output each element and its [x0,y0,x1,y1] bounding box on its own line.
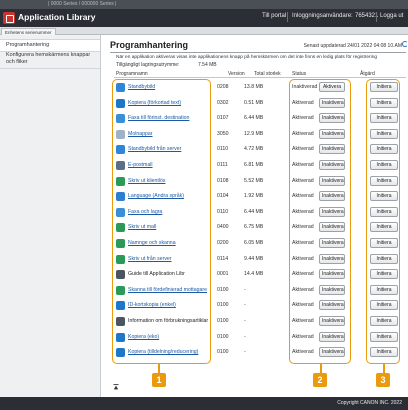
footer: Copyright CANON INC. 2022 [0,397,408,410]
app-version: 0104 [217,193,229,200]
app-size: 5.52 MB [244,177,264,184]
refresh-icon[interactable] [402,41,408,47]
main-panel: Programhantering Senast uppdaterad 24/01… [102,35,408,397]
app-version: 0100 [217,318,229,324]
app-version: 0100 [217,286,229,293]
callout-2: 2 [313,373,327,387]
browser-tab[interactable]: Enhetens serienummer [1,28,56,35]
header-divider [376,12,377,22]
callout-frame-actions [366,79,400,364]
callout-3: 3 [376,373,390,387]
browser-tab-strip: Enhetens serienummer [0,27,408,35]
last-updated: Senast uppdaterad 24/01 2022 04:08 10.AM [303,43,402,49]
sidebar-item-home-buttons[interactable]: Konfigurera hemskärmens knappar och flik… [0,50,100,69]
app-version: 0111 [217,162,228,168]
storage-label: Tillgängligt lagringsutrymme: [116,62,180,68]
callout-1: 1 [152,373,166,387]
callout-frame-names [112,79,211,364]
login-user-label: Inloggningsanvändare: [292,13,353,19]
app-header: Application Library Till portal Inloggni… [0,9,408,27]
title-divider [110,52,406,53]
app-version: 0100 [217,302,229,309]
storage-value: 7.54 MB [198,62,217,68]
app-size: 1.92 MB [244,193,264,200]
app-version: 0208 [217,84,229,90]
app-size: 6.81 MB [244,162,264,168]
app-version: 0400 [217,224,229,231]
logout-link[interactable]: Logga ut [380,13,403,19]
app-version: 0107 [217,115,229,122]
app-version: 0110 [217,208,229,215]
header-divider [114,77,406,78]
storage-info: Tillgängligt lagringsutrymme: 7.54 MB [116,62,217,68]
app-version: 0302 [217,99,229,106]
callout-leader [383,364,385,373]
app-size: - [244,286,246,293]
app-size: - [244,302,246,309]
app-version: 0100 [217,333,229,340]
app-size: 6.44 MB [244,208,264,215]
app-version: 0108 [217,177,229,184]
app-version: 0001 [217,271,229,278]
login-user-id: 7654321 [355,13,379,19]
app-version: 3050 [217,130,229,137]
app-size: 13.8 MB [244,84,264,90]
app-size: 6.44 MB [244,115,264,122]
app-size: 6.75 MB [244,224,264,231]
app-size: - [244,318,246,324]
app-size: 14.4 MB [244,271,264,278]
intro-text: När en applikation aktiveras visas inte … [116,55,378,60]
app-size: 9.44 MB [244,255,264,262]
app-size: 12.9 MB [244,130,264,137]
device-crumb: | 0000 Series / 000000 Series | [48,1,117,7]
callout-leader [320,364,322,373]
callout-frame-status [289,79,351,364]
app-size: 6.05 MB [244,240,264,246]
sidebar: Programhantering Konfigurera hemskärmens… [0,35,101,397]
app-size: - [244,333,246,340]
page-title: Programhantering [110,40,189,50]
app-size: - [244,349,246,356]
title-strip: | 0000 Series / 000000 Series | [0,0,408,9]
app-library-logo-icon [3,12,15,24]
app-size: 0.51 MB [244,99,264,106]
callout-leader [158,364,160,373]
app-version: 0110 [217,146,229,153]
app-version: 0200 [217,240,229,246]
scroll-top-icon[interactable] [113,377,119,390]
app-version: 0114 [217,255,229,262]
app-title: Application Library [18,12,96,22]
app-version: 0100 [217,349,229,356]
portal-link[interactable]: Till portal [262,13,286,19]
app-size: 4.72 MB [244,146,264,153]
copyright: Copyright CANON INC. 2022 [337,400,402,406]
header-divider [287,12,288,22]
